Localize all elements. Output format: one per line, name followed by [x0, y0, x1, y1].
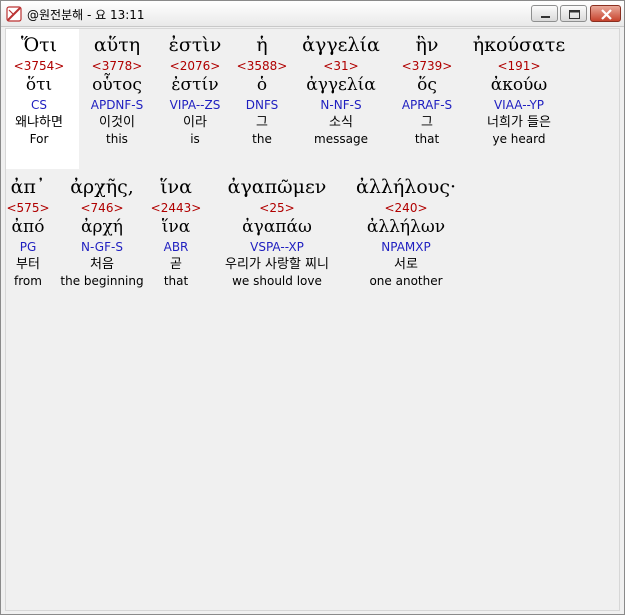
- greek-word: ἀγαπῶμεν: [227, 176, 327, 198]
- parsing-code: VSPA--XP: [250, 240, 304, 254]
- strong-number[interactable]: <25>: [225, 200, 329, 216]
- window-title: @원전분해 - 요 13:11: [27, 8, 145, 22]
- word-block[interactable]: ἐστὶν <2076> ἐστίν VIPA--ZS 이라 is: [169, 32, 222, 147]
- strong-number[interactable]: <3739>: [402, 58, 453, 74]
- korean-gloss: 서로: [394, 257, 418, 272]
- parsing-code: N-NF-S: [320, 98, 362, 112]
- greek-word: ἀρχῆς,: [70, 176, 134, 198]
- english-gloss: is: [190, 132, 200, 146]
- greek-word: Ὅτι: [20, 34, 58, 56]
- greek-word: ἡ: [256, 34, 268, 56]
- parsing-code: DNFS: [245, 98, 279, 112]
- lemma: ἀκούω: [490, 75, 548, 95]
- strong-number[interactable]: <3778>: [91, 58, 144, 74]
- korean-gloss: 그: [421, 115, 433, 130]
- english-gloss: that: [414, 132, 440, 146]
- greek-word: ἵνα: [160, 176, 192, 198]
- lemma: ὅτι: [25, 75, 53, 95]
- word-block[interactable]: ἀγγελία <31> ἀγγελία N-NF-S 소식 message: [302, 32, 380, 147]
- english-gloss: the beginning: [60, 274, 144, 288]
- parsing-code: PG: [19, 240, 37, 254]
- word-block[interactable]: ἀρχῆς, <746> ἀρχή N-GF-S 처음 the beginnin…: [60, 174, 143, 289]
- korean-gloss: 그: [256, 115, 268, 130]
- english-gloss: this: [106, 132, 128, 146]
- strong-number[interactable]: <2076>: [169, 58, 222, 74]
- word-block[interactable]: αὕτη <3778> οὗτος APDNF-S 이것이 this: [91, 32, 144, 147]
- strong-number[interactable]: <575>: [6, 200, 49, 216]
- english-gloss: from: [14, 274, 42, 288]
- lemma: ἀπό: [11, 217, 45, 237]
- lemma: ἀρχή: [81, 217, 123, 237]
- english-gloss: ye heard: [492, 132, 546, 146]
- app-book-icon[interactable]: [5, 5, 23, 23]
- greek-word: ἀγγελία: [302, 34, 380, 56]
- parsing-code: CS: [31, 98, 47, 112]
- interlinear-panel: Ὅτι <3754> ὅτι CS 왜냐하면 For αὕτη <3778> ο…: [5, 28, 620, 611]
- korean-gloss: 이라: [183, 115, 207, 130]
- lemma: ἐστίν: [171, 75, 219, 95]
- korean-gloss: 왜냐하면: [15, 115, 63, 130]
- strong-number[interactable]: <3588>: [237, 58, 288, 74]
- main-window: @원전분해 - 요 13:11 Ὅτι <3754> ὅτι CS 왜냐하면 F…: [0, 0, 625, 615]
- lemma: ἀλλήλων: [366, 217, 446, 237]
- close-button[interactable]: [590, 5, 621, 22]
- greek-word: ἀπ᾽: [10, 176, 46, 198]
- lemma: ὅς: [417, 75, 437, 95]
- lemma: ἀγαπάω: [242, 217, 312, 237]
- strong-number[interactable]: <240>: [356, 200, 456, 216]
- korean-gloss: 소식: [329, 115, 353, 130]
- title-bar[interactable]: @원전분해 - 요 13:11: [1, 1, 624, 27]
- lemma: ἀγγελία: [306, 75, 376, 95]
- english-gloss: that: [163, 274, 189, 288]
- word-block[interactable]: ἣν <3739> ὅς APRAF-S 그 that: [402, 32, 453, 147]
- english-gloss: For: [29, 132, 49, 146]
- lemma: ἵνα: [161, 217, 191, 237]
- strong-number[interactable]: <746>: [60, 200, 143, 216]
- word-block[interactable]: ἀγαπῶμεν <25> ἀγαπάω VSPA--XP 우리가 사랑할 찌니…: [225, 174, 329, 289]
- strong-number[interactable]: <31>: [302, 58, 380, 74]
- word-block[interactable]: Ὅτι <3754> ὅτι CS 왜냐하면 For: [14, 32, 65, 147]
- korean-gloss: 우리가 사랑할 찌니: [225, 257, 329, 272]
- korean-gloss: 부터: [16, 257, 40, 272]
- english-gloss: one another: [369, 274, 443, 288]
- greek-word: ἀλλήλους·: [355, 176, 457, 198]
- greek-word: ἠκούσατε: [472, 34, 566, 56]
- greek-word: ἐστὶν: [168, 34, 222, 56]
- maximize-button[interactable]: [560, 5, 587, 22]
- korean-gloss: 너희가 들은: [487, 115, 551, 130]
- parsing-code: N-GF-S: [81, 240, 123, 254]
- korean-gloss: 이것이: [99, 115, 135, 130]
- strong-number[interactable]: <191>: [473, 58, 565, 74]
- word-block[interactable]: ἠκούσατε <191> ἀκούω VIAA--YP 너희가 들은 ye …: [473, 32, 565, 147]
- strong-number[interactable]: <2443>: [151, 200, 202, 216]
- english-gloss: message: [314, 132, 368, 146]
- word-block[interactable]: ἵνα <2443> ἵνα ABR 곧 that: [151, 174, 202, 289]
- word-block[interactable]: ἡ <3588> ὁ DNFS 그 the: [237, 32, 288, 147]
- parsing-code: APDNF-S: [90, 98, 144, 112]
- parsing-code: NPAMXP: [381, 240, 431, 254]
- parsing-code: VIPA--ZS: [169, 98, 221, 112]
- parsing-code: ABR: [163, 240, 189, 254]
- parsing-code: VIAA--YP: [493, 98, 545, 112]
- english-gloss: the: [252, 132, 272, 146]
- lemma: οὗτος: [92, 75, 142, 95]
- lemma: ὁ: [256, 75, 268, 95]
- korean-gloss: 처음: [90, 257, 114, 272]
- word-block[interactable]: ἀπ᾽ <575> ἀπό PG 부터 from: [6, 174, 49, 289]
- word-block[interactable]: ἀλλήλους· <240> ἀλλήλων NPAMXP 서로 one an…: [356, 174, 456, 289]
- korean-gloss: 곧: [170, 257, 182, 272]
- parsing-code: APRAF-S: [401, 98, 453, 112]
- greek-word: αὕτη: [93, 34, 141, 56]
- greek-word: ἣν: [415, 34, 439, 56]
- english-gloss: we should love: [232, 274, 322, 288]
- minimize-button[interactable]: [531, 5, 558, 22]
- strong-number[interactable]: <3754>: [14, 58, 65, 74]
